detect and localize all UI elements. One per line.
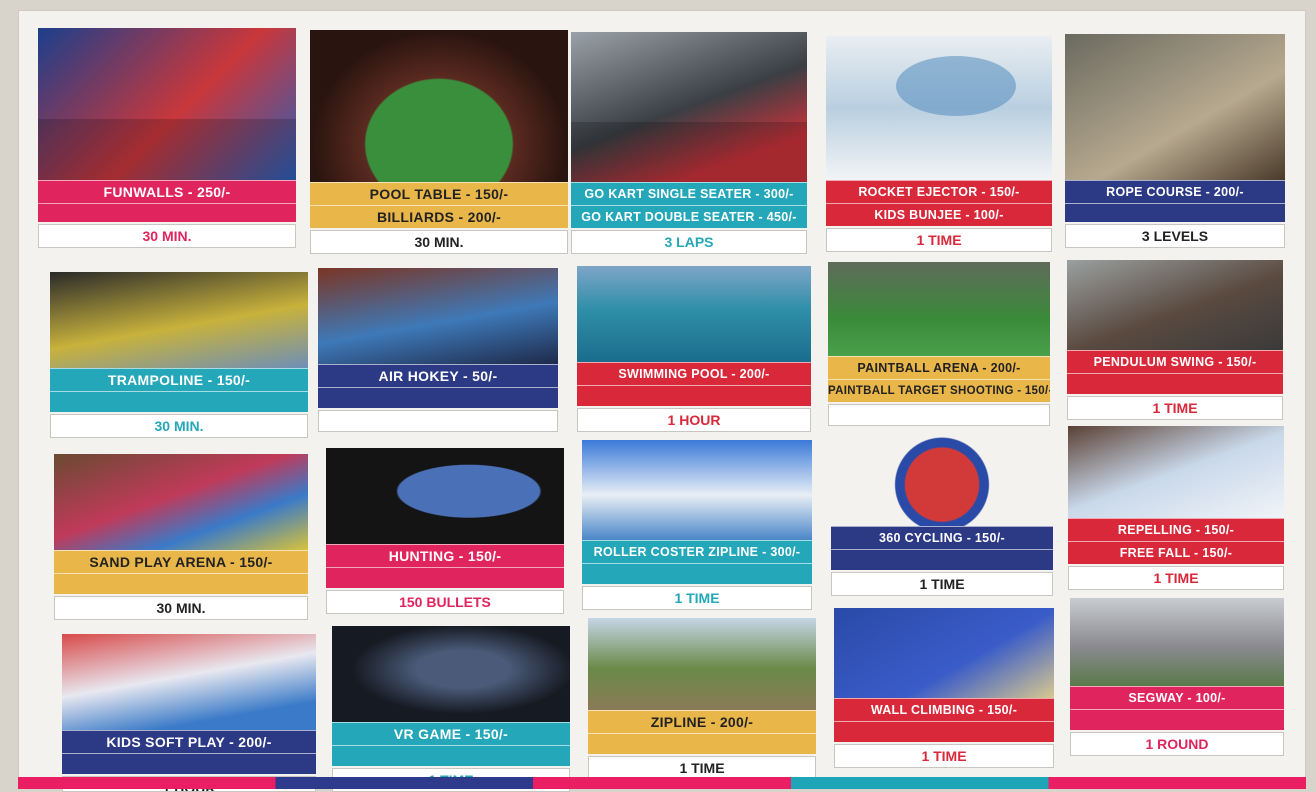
color-band <box>38 203 296 222</box>
duration-label: 1 ROUND <box>1070 732 1284 756</box>
price-band: SAND PLAY ARENA - 150/- <box>54 550 308 573</box>
duration-label: 30 MIN. <box>310 230 568 254</box>
duration-label: 30 MIN. <box>50 414 308 438</box>
price-band: GO KART DOUBLE SEATER - 450/- <box>571 205 807 228</box>
duration-label: 3 LAPS <box>571 230 807 254</box>
wall-climbing-photo <box>834 608 1054 698</box>
color-band <box>54 573 308 594</box>
duration-label: 30 MIN. <box>54 596 308 620</box>
card-go-kart: GO KART SINGLE SEATER - 300/- GO KART DO… <box>571 32 807 254</box>
swimming-pool-photo <box>577 266 811 362</box>
price-band: WALL CLIMBING - 150/- <box>834 698 1054 721</box>
price-band: PAINTBALL ARENA - 200/- <box>828 356 1050 379</box>
color-band <box>62 753 316 774</box>
duration-label: 1 TIME <box>831 572 1053 596</box>
card-zipline: ZIPLINE - 200/- 1 TIME <box>588 618 816 780</box>
duration-label: 1 TIME <box>582 586 812 610</box>
360-cycling-photo <box>831 434 1053 526</box>
price-band: FUNWALLS - 250/- <box>38 180 296 203</box>
duration-label: 1 TIME <box>826 228 1052 252</box>
price-band: TRAMPOLINE - 150/- <box>50 368 308 391</box>
hunting-photo <box>326 448 564 544</box>
vr-game-photo <box>332 626 570 722</box>
duration-label: 3 LEVELS <box>1065 224 1285 248</box>
price-band: FREE FALL - 150/- <box>1068 541 1284 564</box>
card-funwalls: FUNWALLS - 250/- 30 MIN. <box>38 28 296 248</box>
card-rope-course: ROPE COURSE - 200/- 3 LEVELS <box>1065 34 1285 248</box>
price-band: SWIMMING POOL - 200/- <box>577 362 811 385</box>
price-band: POOL TABLE - 150/- <box>310 182 568 205</box>
color-band <box>1067 373 1283 394</box>
duration-label <box>828 404 1050 426</box>
card-repelling: REPELLING - 150/- FREE FALL - 150/- 1 TI… <box>1068 426 1284 590</box>
price-band: BILLIARDS - 200/- <box>310 205 568 228</box>
card-rocket-ejector: ROCKET EJECTOR - 150/- KIDS BUNJEE - 100… <box>826 36 1052 252</box>
color-band <box>318 387 558 408</box>
price-band: REPELLING - 150/- <box>1068 518 1284 541</box>
duration-label: 1 TIME <box>1068 566 1284 590</box>
color-band <box>831 549 1053 570</box>
color-band <box>588 733 816 754</box>
duration-label: 1 TIME <box>834 744 1054 768</box>
air-hokey-photo <box>318 268 558 364</box>
color-band <box>50 391 308 412</box>
price-band: ROLLER COSTER ZIPLINE - 300/- <box>582 540 812 563</box>
price-band: ROCKET EJECTOR - 150/- <box>826 180 1052 203</box>
color-band <box>582 563 812 584</box>
card-air-hokey: AIR HOKEY - 50/- <box>318 268 558 432</box>
card-kids-soft-play: KIDS SOFT PLAY - 200/- 1 HOUR <box>62 634 316 792</box>
price-band: 360 CYCLING - 150/- <box>831 526 1053 549</box>
rope-course-photo <box>1065 34 1285 180</box>
zipline-photo <box>588 618 816 710</box>
duration-label: 1 HOUR <box>577 408 811 432</box>
price-band: PENDULUM SWING - 150/- <box>1067 350 1283 373</box>
card-vr-game: VR GAME - 150/- 1 TIME <box>332 626 570 792</box>
paintball-photo <box>828 262 1050 356</box>
card-wall-climbing: WALL CLIMBING - 150/- 1 TIME <box>834 608 1054 768</box>
pendulum-swing-photo <box>1067 260 1283 350</box>
price-band: ZIPLINE - 200/- <box>588 710 816 733</box>
card-trampoline: TRAMPOLINE - 150/- 30 MIN. <box>50 272 308 438</box>
duration-label: 150 BULLETS <box>326 590 564 614</box>
price-band: ROPE COURSE - 200/- <box>1065 180 1285 203</box>
price-band: KIDS SOFT PLAY - 200/- <box>62 730 316 753</box>
price-band: PAINTBALL TARGET SHOOTING - 150/- <box>828 379 1050 402</box>
price-band: VR GAME - 150/- <box>332 722 570 745</box>
card-roller-coster-zipline: ROLLER COSTER ZIPLINE - 300/- 1 TIME <box>582 440 812 610</box>
price-board: FUNWALLS - 250/- 30 MIN. POOL TABLE - 15… <box>18 10 1306 792</box>
trampoline-photo <box>50 272 308 368</box>
card-pendulum-swing: PENDULUM SWING - 150/- 1 TIME <box>1067 260 1283 420</box>
card-segway: SEGWAY - 100/- 1 ROUND <box>1070 598 1284 756</box>
funwalls-photo <box>38 28 296 180</box>
price-band: KIDS BUNJEE - 100/- <box>826 203 1052 226</box>
go-kart-photo <box>571 32 807 182</box>
color-band <box>1070 709 1284 730</box>
card-swimming-pool: SWIMMING POOL - 200/- 1 HOUR <box>577 266 811 432</box>
card-paintball: PAINTBALL ARENA - 200/- PAINTBALL TARGET… <box>828 262 1050 426</box>
roller-coster-zipline-photo <box>582 440 812 540</box>
bottom-stripe <box>18 777 1306 789</box>
color-band <box>577 385 811 406</box>
card-360-cycling: 360 CYCLING - 150/- 1 TIME <box>831 434 1053 596</box>
card-hunting: HUNTING - 150/- 150 BULLETS <box>326 448 564 614</box>
color-band <box>834 721 1054 742</box>
kids-soft-play-photo <box>62 634 316 730</box>
duration-label: 30 MIN. <box>38 224 296 248</box>
segway-photo <box>1070 598 1284 686</box>
price-band: SEGWAY - 100/- <box>1070 686 1284 709</box>
rocket-ejector-photo <box>826 36 1052 180</box>
price-band: GO KART SINGLE SEATER - 300/- <box>571 182 807 205</box>
color-band <box>332 745 570 766</box>
color-band <box>1065 203 1285 222</box>
pool-table-photo <box>310 30 568 182</box>
sand-play-photo <box>54 454 308 550</box>
duration-label: 1 TIME <box>1067 396 1283 420</box>
card-pool-table: POOL TABLE - 150/- BILLIARDS - 200/- 30 … <box>310 30 568 254</box>
repelling-photo <box>1068 426 1284 518</box>
price-band: HUNTING - 150/- <box>326 544 564 567</box>
color-band <box>326 567 564 588</box>
duration-label <box>318 410 558 432</box>
price-band: AIR HOKEY - 50/- <box>318 364 558 387</box>
card-sand-play: SAND PLAY ARENA - 150/- 30 MIN. <box>54 454 308 620</box>
